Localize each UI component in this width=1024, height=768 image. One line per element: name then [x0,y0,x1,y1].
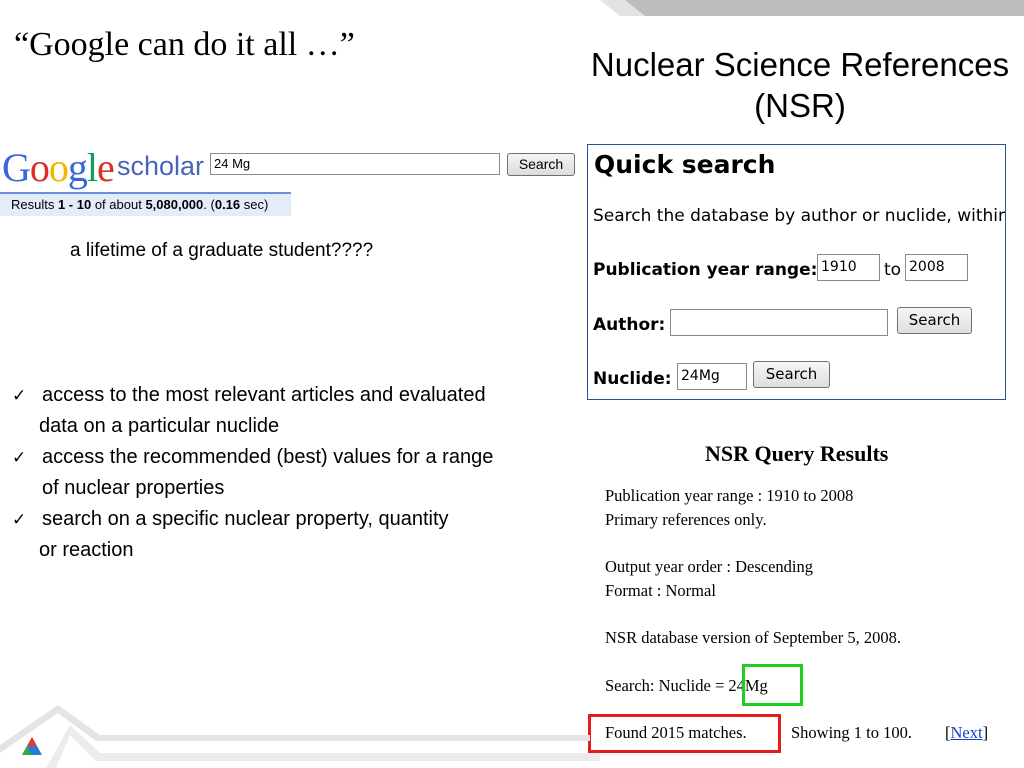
title-right-line2: (NSR) [754,87,846,124]
google-scholar-search-button[interactable]: Search [507,153,575,176]
quick-search-panel: Quick search Search the database by auth… [587,144,1006,400]
title-right-line1: Nuclear Science References [590,46,1010,83]
query-results-title: NSR Query Results [705,441,889,466]
quick-search-description: Search the database by author or nuclide… [593,206,1006,226]
result-pub-range: Publication year range : 1910 to 2008 [605,486,854,505]
bullet-item: ✓ search on a specific nuclear property,… [12,504,493,535]
footer-decorative-lines [0,705,600,768]
year-to-input[interactable]: 2008 [905,254,968,281]
search-prefix: Search: Nuclide = [605,676,729,695]
publication-year-label: Publication year range: [593,260,818,280]
nuclide-search-button[interactable]: Search [753,361,830,388]
bullet-item: ✓ access the recommended (best) values f… [12,442,493,473]
result-showing: Showing 1 to 100. [791,723,913,742]
results-time: 0.16 [214,197,241,212]
argonne-logo-icon [22,737,42,755]
next-bracket-close: ] [982,723,989,742]
author-input[interactable] [670,309,888,336]
results-range: 1 - 10 [57,197,92,212]
checkmark-icon: ✓ [12,448,27,467]
author-label: Author: [593,315,666,335]
bullet-text: search on a specific nuclear property, q… [42,508,449,530]
results-mid: of about [91,197,146,212]
result-output-order: Output year order : Descending [605,557,814,576]
nuclide-highlight-box [742,664,803,706]
google-scholar-search-input[interactable]: 24 Mg [210,153,500,175]
checkmark-icon: ✓ [12,510,27,529]
graduate-student-remark: a lifetime of a graduate student???? [70,240,374,261]
results-time-suffix: sec) [240,197,269,212]
bullet-text: access the recommended (best) values for… [42,446,494,468]
bullet-text-continued: data on a particular nuclide [39,415,280,437]
result-db-version: NSR database version of September 5, 200… [605,628,902,647]
nuclide-input[interactable]: 24Mg [677,363,747,390]
slide-title-right: Nuclear Science References (NSR) [560,44,1024,126]
scholar-wordmark: scholar [117,151,205,181]
results-count: 5,080,000 [145,197,204,212]
checkmark-icon: ✓ [12,386,27,405]
result-next: [Next] [945,723,988,743]
author-search-button[interactable]: Search [897,307,972,334]
google-logo: Google [2,145,115,190]
next-page-link[interactable]: Next [951,723,983,742]
result-primary-refs: Primary references only. [605,510,767,529]
year-to-label: to [884,260,902,280]
google-results-bar: Results 1 - 10 of about 5,080,000. (0.16… [0,192,291,216]
quick-search-title: Quick search [594,150,776,179]
result-format: Format : Normal [605,581,716,600]
found-highlight-box [588,714,781,753]
results-prefix: Results [11,197,58,212]
bullet-text: access to the most relevant articles and… [42,384,486,406]
year-from-input[interactable]: 1910 [817,254,880,281]
top-decorative-stripe [600,0,1024,16]
results-time-prefix: . ( [203,197,215,212]
bullet-item: ✓ access to the most relevant articles a… [12,380,493,411]
slide-title-left: “Google can do it all …” [14,26,355,63]
bullet-list: ✓ access to the most relevant articles a… [12,380,493,566]
nuclide-label: Nuclide: [593,369,672,389]
bullet-text-continued: of nuclear properties [42,477,225,499]
bullet-text-continued: or reaction [39,539,134,561]
